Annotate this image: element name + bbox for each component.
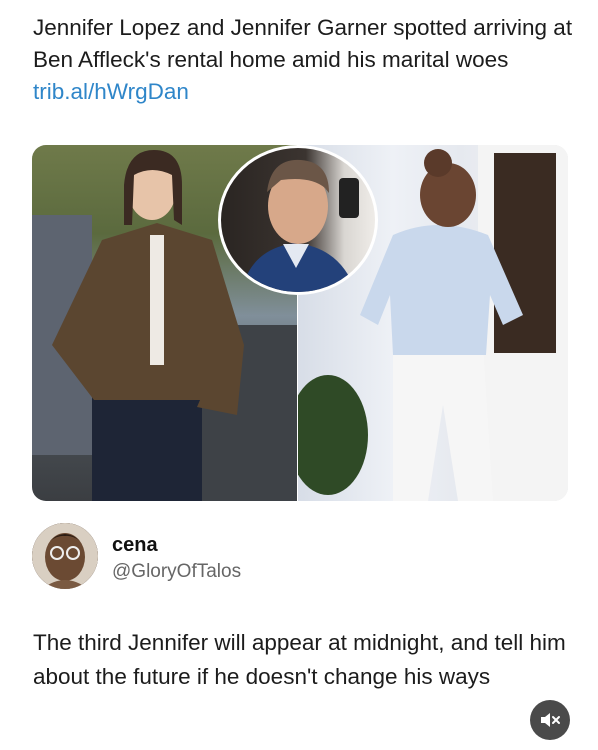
mute-button[interactable] bbox=[530, 700, 570, 740]
author-handle[interactable]: @GloryOfTalos bbox=[112, 561, 241, 583]
headline-link[interactable]: trib.al/hWrgDan bbox=[33, 79, 189, 104]
news-photo-collage[interactable] bbox=[32, 145, 568, 501]
inset-portrait-illustration bbox=[241, 159, 359, 292]
author-name[interactable]: cena bbox=[112, 534, 158, 557]
post-text: The third Jennifer will appear at midnig… bbox=[33, 630, 566, 689]
inset-portrait bbox=[218, 145, 378, 295]
headline-text: Jennifer Lopez and Jennifer Garner spott… bbox=[33, 15, 573, 72]
avatar-illustration bbox=[32, 523, 98, 589]
speaker-muted-icon bbox=[541, 713, 560, 727]
headline: Jennifer Lopez and Jennifer Garner spott… bbox=[33, 12, 573, 108]
avatar[interactable] bbox=[32, 523, 98, 589]
